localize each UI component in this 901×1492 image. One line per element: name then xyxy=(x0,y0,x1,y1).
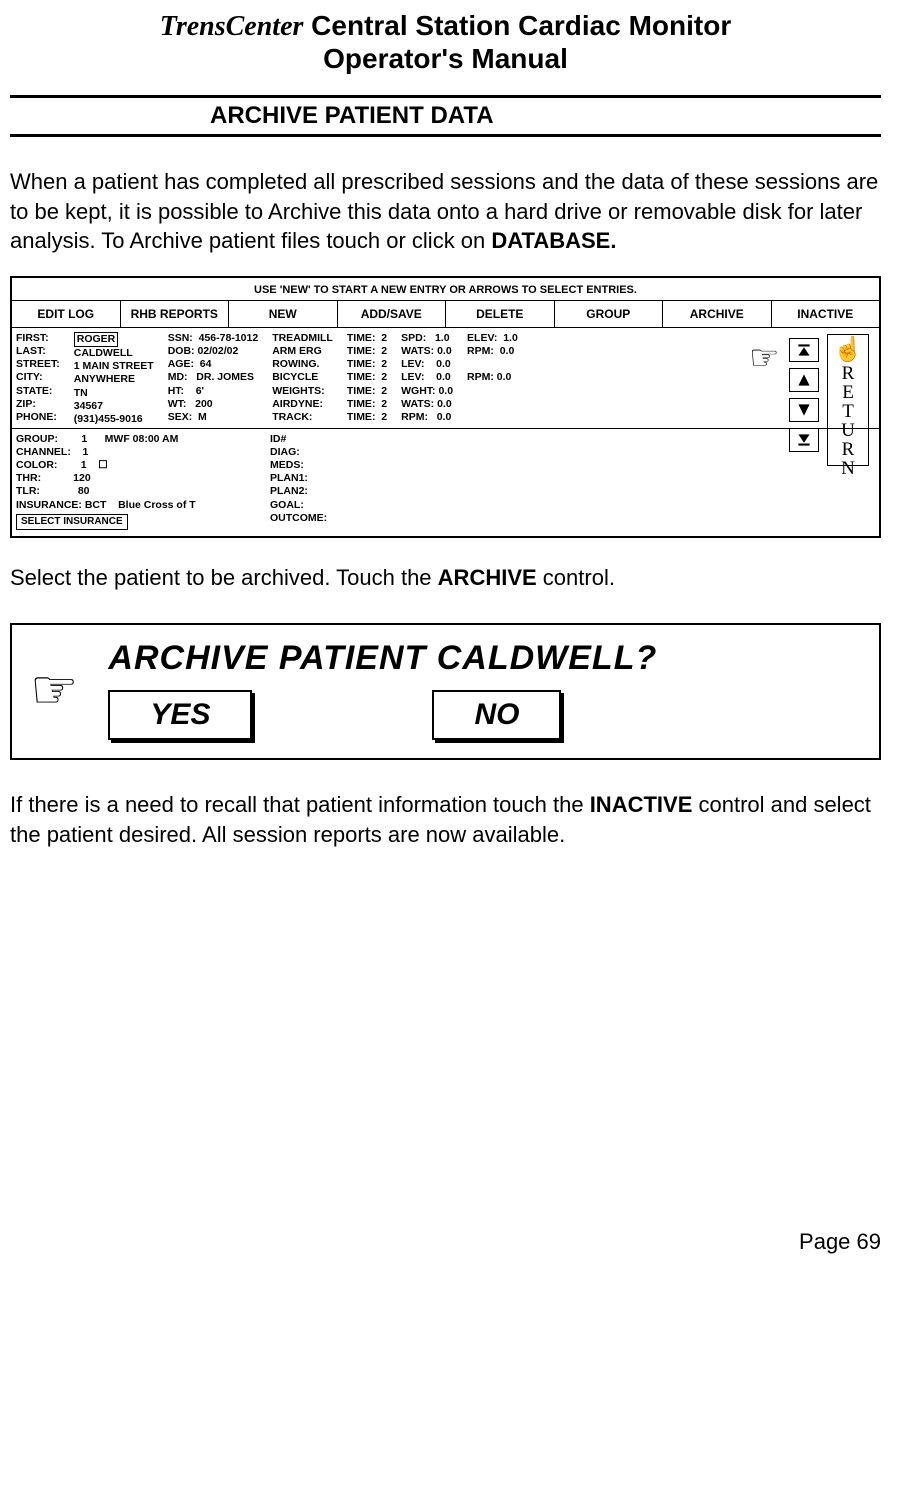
dialog-question: ARCHIVE PATIENT CALDWELL? xyxy=(108,639,861,678)
scroll-nav xyxy=(789,338,819,458)
new-button[interactable]: NEW xyxy=(229,301,338,327)
database-keyword: DATABASE. xyxy=(491,228,616,253)
step-text-a: Select the patient to be archived. Touch… xyxy=(10,565,438,590)
brand-name: TrensCenter xyxy=(160,11,304,42)
labels-col-1: FIRST: LAST: STREET: CITY: STATE: ZIP: P… xyxy=(16,332,60,426)
inactive-button[interactable]: INACTIVE xyxy=(772,301,880,327)
inactive-keyword: INACTIVE xyxy=(590,792,693,817)
page-number: Page 69 xyxy=(10,1229,881,1255)
lower-left-text: GROUP: 1 MWF 08:00 AM CHANNEL: 1 COLOR: … xyxy=(16,433,196,511)
step-text-c: control. xyxy=(537,565,615,590)
yes-button[interactable]: YES xyxy=(108,690,252,740)
title-line-1: TrensCenter Central Station Cardiac Moni… xyxy=(10,10,881,43)
demographics-col: SSN: 456-78-1012 DOB: 02/02/02 AGE: 64 M… xyxy=(168,332,258,426)
patient-info-lower: GROUP: 1 MWF 08:00 AM CHANNEL: 1 COLOR: … xyxy=(12,428,879,530)
lower-right-col: ID# DIAG: MEDS: PLAN1: PLAN2: GOAL: OUTC… xyxy=(270,433,327,530)
return-label: R E T U R N xyxy=(828,364,868,478)
title-rest: Central Station Cardiac Monitor xyxy=(303,10,731,41)
intro-paragraph: When a patient has completed all prescri… xyxy=(10,167,881,256)
group-button[interactable]: GROUP xyxy=(555,301,664,327)
add-save-button[interactable]: ADD/SAVE xyxy=(338,301,447,327)
edit-log-button[interactable]: EDIT LOG xyxy=(12,301,121,327)
no-button[interactable]: NO xyxy=(432,690,561,740)
extra-col: ELEV: 1.0 RPM: 0.0 RPM: 0.0 xyxy=(467,332,518,426)
pointing-hand-icon: ☜ xyxy=(749,338,779,378)
database-screenshot: USE 'NEW' TO START A NEW ENTRY OR ARROWS… xyxy=(10,276,881,538)
rhb-reports-button[interactable]: RHB REPORTS xyxy=(121,301,230,327)
page-header: TrensCenter Central Station Cardiac Moni… xyxy=(10,10,881,75)
time-col: TIME: 2 TIME: 2 TIME: 2 TIME: 2 TIME: 2 … xyxy=(347,332,387,426)
archive-dialog: ☞ ARCHIVE PATIENT CALDWELL? YES NO xyxy=(10,623,881,760)
delete-button[interactable]: DELETE xyxy=(446,301,555,327)
lower-left-col: GROUP: 1 MWF 08:00 AM CHANNEL: 1 COLOR: … xyxy=(16,433,256,530)
return-hand-icon: ☝ xyxy=(828,335,868,364)
first-name-field[interactable]: ROGER xyxy=(74,332,119,347)
final-paragraph: If there is a need to recall that patien… xyxy=(10,790,881,849)
final-text-a: If there is a need to recall that patien… xyxy=(10,792,590,817)
hint-bar: USE 'NEW' TO START A NEW ENTRY OR ARROWS… xyxy=(12,278,879,300)
return-button[interactable]: ☝ R E T U R N xyxy=(827,334,869,466)
scroll-bottom-button[interactable] xyxy=(789,428,819,452)
pointing-hand-right-icon: ☞ xyxy=(30,658,78,721)
scroll-down-button[interactable] xyxy=(789,398,819,422)
archive-keyword: ARCHIVE xyxy=(438,565,537,590)
title-line-2: Operator's Manual xyxy=(10,43,881,75)
measure-col: SPD: 1.0 WATS: 0.0 LEV: 0.0 LEV: 0.0 WGH… xyxy=(401,332,453,426)
select-insurance-button[interactable]: SELECT INSURANCE xyxy=(16,514,128,531)
archive-button[interactable]: ARCHIVE xyxy=(663,301,772,327)
toolbar: EDIT LOG RHB REPORTS NEW ADD/SAVE DELETE… xyxy=(12,300,879,328)
scroll-up-button[interactable] xyxy=(789,368,819,392)
intro-text: When a patient has completed all prescri… xyxy=(10,169,878,253)
values-col-1: ROGER CALDWELL 1 MAIN STREET ANYWHERE TN… xyxy=(74,332,154,426)
step-paragraph: Select the patient to be archived. Touch… xyxy=(10,563,881,593)
exercise-col: TREADMILL ARM ERG ROWING. BICYCLE WEIGHT… xyxy=(272,332,333,426)
section-heading: ARCHIVE PATIENT DATA xyxy=(10,95,881,137)
scroll-top-button[interactable] xyxy=(789,338,819,362)
